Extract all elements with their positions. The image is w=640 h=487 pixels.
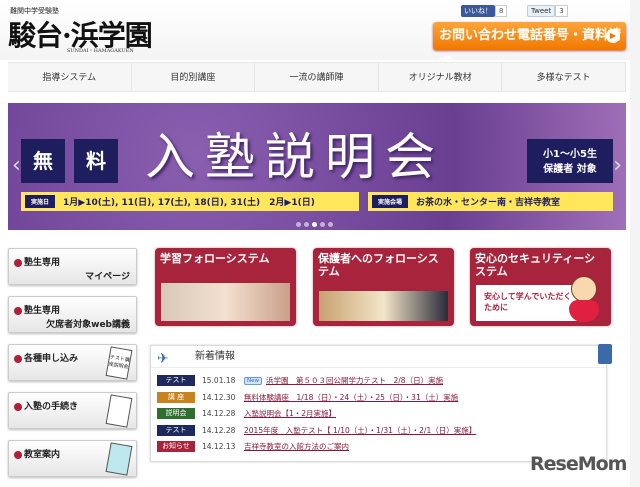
card-study-follow[interactable]: 学習フォローシステム [155, 248, 296, 326]
students-photo [161, 283, 290, 321]
nav-item[interactable]: オリジナル教材 [379, 63, 503, 91]
slide-dot[interactable] [312, 222, 317, 227]
side-button[interactable]: 塾生専用欠席者対象web講義 [8, 296, 137, 333]
map-icon [105, 442, 133, 476]
bullet-icon [14, 354, 22, 363]
dates-bar: 実施日 1月▶10(土), 11(日), 17(土), 18(日), 31(土) … [21, 192, 359, 211]
venue-text: お茶の水・センター南・吉祥寺教室 [416, 198, 561, 208]
nav-item[interactable]: 一流の講師陣 [255, 63, 379, 91]
side-button-label: 各種申し込み [14, 351, 78, 364]
news-item: テスト 14.12.28 2015年度 入塾テスト【 1/10（土）・1/31（土）… [157, 424, 476, 437]
free-badge: 無 [21, 139, 65, 183]
side-button-label: 塾生専用 [14, 303, 60, 316]
news-date: 14.12.30 [202, 392, 236, 402]
news-item: テスト 15.01.18 New 浜学園 第５０３回公開学力テスト 2/8（日）実施 [157, 374, 443, 387]
news-item: 講 座 14.12.30 無料体験講座 1/18（日）・24（土）・25（日）・31… [157, 391, 458, 404]
nav-item[interactable]: 多様なテスト [502, 63, 626, 91]
news-link[interactable]: 2015年度 入塾テスト【 1/10（土）・1/31（土）・2/1（日）実施】 [244, 425, 476, 436]
slide-dots [296, 222, 333, 227]
side-button[interactable]: 入塾の手続き [8, 392, 137, 429]
side-button-sublabel: マイページ [85, 272, 130, 282]
side-button[interactable]: 塾生専用マイページ [8, 248, 137, 285]
venue-label: 実施会場 [372, 195, 409, 208]
side-button[interactable]: 教室案内 [8, 440, 137, 477]
target-line: 小1～小5生 [543, 149, 597, 160]
news-panel: ✈ 新着情報 テスト 15.01.18 New 浜学園 第５０３回公開学力テスト 2/8… [150, 344, 612, 462]
dates-label: 実施日 [25, 195, 56, 208]
target-badge: 小1～小5生 保護者 対象 [527, 139, 613, 183]
next-slide-icon[interactable]: › [613, 153, 622, 178]
tweet-count: 3 [555, 5, 568, 17]
facebook-like[interactable]: いいね！ 8 [461, 5, 508, 17]
side-button-label: 塾生専用 [14, 255, 60, 268]
mascot-icon: ✈ [157, 351, 169, 367]
like-count: 8 [495, 5, 508, 17]
heart-icon [569, 300, 599, 322]
news-item: お知らせ 14.12.13 吉祥寺教室の入館方法のご案内 [157, 440, 349, 453]
target-line: 保護者 対象 [543, 164, 597, 175]
card-subtitle: 安心して学んでいただくために [476, 285, 581, 321]
news-title: 新着情報 [195, 351, 235, 362]
news-header: ✈ 新着情報 [151, 346, 606, 368]
news-link[interactable]: 浜学園 第５０３回公開学力テスト 2/8（日）実施 [266, 375, 443, 386]
slide-dot[interactable] [304, 222, 309, 227]
main-nav: 指導システム 目的別講座 一流の講師陣 オリジナル教材 多様なテスト [8, 62, 626, 92]
dates-text: 1月▶10(土), 11(日), 17(土), 18(日), 31(土) 2月▶… [63, 198, 315, 208]
tweet-button[interactable]: Tweet [527, 5, 556, 17]
tweet[interactable]: Tweet 3 [527, 5, 568, 17]
category-badge: テスト [157, 424, 195, 436]
category-badge: お知らせ [157, 441, 195, 452]
category-badge: テスト [157, 375, 195, 386]
news-link[interactable]: 無料体験講座 1/18（日）・24（土）・25（日）・31（土）実施 [244, 392, 458, 403]
side-button[interactable]: 各種申し込み テスト講座説明会 [8, 344, 137, 381]
category-badge: 説明会 [157, 408, 195, 419]
side-button-label: 入塾の手続き [14, 399, 78, 412]
logo-subtitle: SUNDAI・HAMAGAKUEN [67, 48, 134, 54]
side-button-sublabel: 欠席者対象web講義 [46, 320, 130, 330]
nav-item[interactable]: 指導システム [8, 63, 132, 91]
facebook-like-button[interactable]: いいね！ [461, 5, 495, 17]
side-button-label: 教室案内 [14, 447, 60, 460]
mascot-icon [571, 276, 597, 302]
bullet-icon [14, 258, 22, 267]
news-link[interactable]: 入塾説明会【1・2月実施】 [244, 408, 336, 419]
document-pen-icon [105, 394, 133, 428]
news-date: 14.12.28 [202, 409, 236, 418]
news-link[interactable]: 吉祥寺教室の入館方法のご案内 [244, 441, 349, 452]
nav-item[interactable]: 目的別講座 [132, 63, 256, 91]
resemom-watermark: ReseMom [530, 453, 627, 475]
slide-dot[interactable] [328, 222, 333, 227]
contact-button[interactable]: お問い合わせ電話番号・資料請求▶ [433, 22, 626, 71]
slide-dot[interactable] [320, 222, 325, 227]
clipboard-icon: テスト講座説明会 [105, 346, 133, 380]
prev-slide-icon[interactable]: ‹ [12, 153, 21, 178]
scrollbar[interactable] [630, 0, 640, 487]
free-badge: 料 [74, 139, 118, 183]
category-badge: 講 座 [157, 391, 195, 403]
notebook-icon[interactable] [598, 344, 612, 364]
card-title: 学習フォローシステム [160, 252, 270, 265]
bullet-icon [14, 306, 22, 315]
news-date: 14.12.28 [202, 425, 236, 435]
card-title: 保護者へのフォローシステム [318, 252, 439, 278]
news-date: 14.12.13 [202, 442, 236, 451]
banner-title: 入塾説明会 [145, 128, 445, 186]
bullet-icon [14, 402, 22, 411]
arrow-right-icon: ▶ [606, 29, 620, 43]
new-badge: New [244, 376, 262, 385]
slide-dot[interactable] [296, 222, 301, 227]
card-security[interactable]: 安心のセキュリティーシステム 安心して学んでいただくために [470, 248, 611, 326]
venue-bar: 実施会場 お茶の水・センター南・吉祥寺教室 [368, 192, 613, 211]
teacher-photo [319, 291, 448, 321]
card-parent-follow[interactable]: 保護者へのフォローシステム [313, 248, 454, 326]
news-date: 15.01.18 [202, 376, 236, 385]
hero-banner[interactable]: 無 料 入塾説明会 小1～小5生 保護者 対象 実施日 1月▶10(土), 11(日… [8, 103, 626, 230]
news-item: 説明会 14.12.28 入塾説明会【1・2月実施】 [157, 407, 336, 420]
bullet-icon [14, 450, 22, 459]
